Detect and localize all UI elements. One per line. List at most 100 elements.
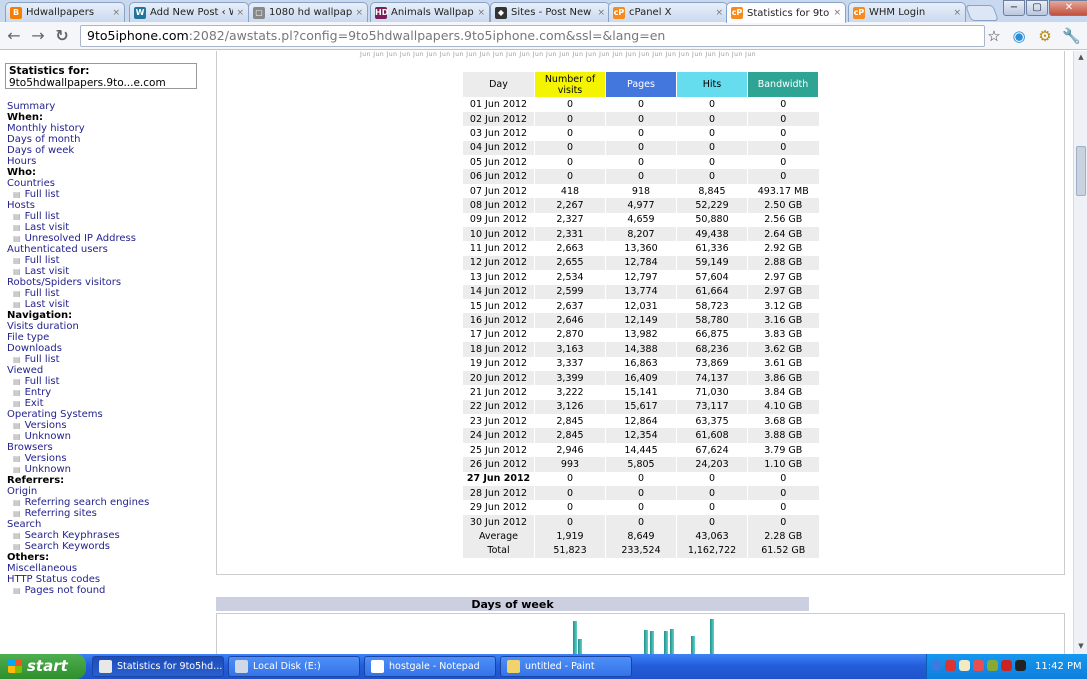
windows-taskbar: start 11:42 PM Statistics for 9to5hd... L… <box>0 654 1087 679</box>
day-cell: 17 Jun 2012 <box>462 327 535 343</box>
page-icon: ▢ <box>253 6 265 19</box>
tray-monitor-icon[interactable] <box>1015 660 1026 671</box>
menu-link[interactable]: Last visit <box>7 299 149 310</box>
menu-link[interactable]: Browsers <box>7 442 149 453</box>
browser-tab[interactable]: cP WHM Login × <box>848 2 966 22</box>
menu-link[interactable]: Full list <box>7 189 149 200</box>
taskbar-button[interactable]: hostgale - Notepad <box>364 656 496 677</box>
address-bar[interactable]: 9to5iphone.com:2082/awstats.pl?config=9t… <box>80 25 985 47</box>
value-cell: 13,774 <box>605 284 677 299</box>
value-cell: 2.56 GB <box>747 212 819 228</box>
value-cell: 1.10 GB <box>747 457 819 472</box>
scroll-down-icon[interactable]: ▼ <box>1076 642 1086 652</box>
tray-arrow-icon[interactable] <box>931 660 942 671</box>
tab-close-icon[interactable]: × <box>355 8 363 18</box>
table-row: 28 Jun 2012 0 0 0 0 <box>462 486 819 501</box>
menu-link[interactable]: Summary <box>7 101 149 112</box>
menu-link[interactable]: Full list <box>7 255 149 266</box>
page-scrollbar[interactable]: ▲ ▼ <box>1073 51 1087 654</box>
menu-link[interactable]: Hours <box>7 156 149 167</box>
browser-tab[interactable]: HDAnimals Wallpapers× <box>370 2 490 22</box>
tab-close-icon[interactable]: × <box>597 8 605 18</box>
menu-link[interactable]: HTTP Status codes <box>7 574 149 585</box>
value-cell: 16,409 <box>605 370 677 386</box>
tray-network-icon[interactable] <box>987 660 998 671</box>
window-minimize-icon[interactable]: − <box>1003 0 1025 16</box>
menu-link[interactable]: Hosts <box>7 200 149 211</box>
tab-close-icon[interactable]: × <box>477 8 485 18</box>
scroll-up-icon[interactable]: ▲ <box>1076 53 1086 63</box>
tab-close-icon[interactable]: × <box>833 8 841 18</box>
forward-arrow-icon[interactable]: → <box>28 26 48 45</box>
menu-link[interactable]: Visits duration <box>7 321 149 332</box>
menu-link[interactable]: Search Keywords <box>7 541 149 552</box>
back-arrow-icon[interactable]: ← <box>4 26 24 45</box>
menu-link[interactable]: Last visit <box>7 222 149 233</box>
tab-close-icon[interactable]: × <box>953 8 961 18</box>
tray-security-icon[interactable] <box>973 660 984 671</box>
menu-link[interactable]: Search Keyphrases <box>7 530 149 541</box>
browser-tab-label: 1080 hd wallpapers <box>269 7 353 18</box>
extension-icon[interactable]: ◉ <box>1010 27 1028 45</box>
reload-icon[interactable]: ↻ <box>52 26 72 45</box>
menu-link[interactable]: Full list <box>7 211 149 222</box>
menu-link[interactable]: Days of week <box>7 145 149 156</box>
menu-link[interactable]: Referring search engines <box>7 497 150 508</box>
taskbar-button[interactable]: Statistics for 9to5hd... <box>92 656 224 677</box>
browser-tab[interactable]: cP cPanel X × <box>608 2 728 22</box>
menu-link[interactable]: Versions <box>7 420 149 431</box>
menu-link[interactable]: Days of month <box>7 134 149 145</box>
taskbar-button[interactable]: untitled - Paint <box>500 656 632 677</box>
browser-tab[interactable]: B Hdwallpapers × <box>5 2 125 22</box>
browser-tab-label: WHM Login <box>869 7 926 18</box>
menu-link[interactable]: Pages not found <box>7 585 149 596</box>
new-tab-button[interactable] <box>965 5 999 21</box>
table-row: 23 Jun 2012 2,845 12,864 63,375 3.68 GB <box>462 414 819 429</box>
menu-link[interactable]: Referring sites <box>7 508 149 519</box>
wrench-menu-icon[interactable]: 🔧 <box>1062 27 1081 45</box>
bookmark-star-icon[interactable]: ☆ <box>985 27 1003 45</box>
menu-link[interactable]: Unresolved IP Address <box>7 233 149 244</box>
browser-tab[interactable]: ▢ 1080 hd wallpapers× <box>248 2 368 22</box>
start-button[interactable]: start <box>0 654 86 679</box>
window-close-icon[interactable]: ✕ <box>1049 0 1087 16</box>
taskbar-button[interactable]: Local Disk (E:) <box>228 656 360 677</box>
browser-tab[interactable]: ◆ Sites - Post New Th× <box>490 2 610 22</box>
menu-link[interactable]: Versions <box>7 453 149 464</box>
menu-link[interactable]: Authenticated users <box>7 244 149 255</box>
menu-link[interactable]: Search <box>7 519 149 530</box>
day-cell: 22 Jun 2012 <box>462 399 535 415</box>
menu-link[interactable]: Unknown <box>7 431 149 442</box>
menu-link[interactable]: Miscellaneous <box>7 563 149 574</box>
tab-close-icon[interactable]: × <box>715 8 723 18</box>
tray-update-icon[interactable] <box>1001 660 1012 671</box>
menu-link[interactable]: Operating Systems <box>7 409 149 420</box>
days-of-week-chart <box>216 613 1065 654</box>
day-cell: 19 Jun 2012 <box>462 356 535 371</box>
menu-link[interactable]: Full list <box>7 376 149 387</box>
tray-antivirus-icon[interactable] <box>945 660 956 671</box>
menu-link[interactable]: Last visit <box>7 266 149 277</box>
menu-link[interactable]: File type <box>7 332 149 343</box>
taskbar-button-label: untitled - Paint <box>525 661 595 672</box>
menu-link[interactable]: Robots/Spiders visitors <box>7 277 149 288</box>
scrollbar-thumb[interactable] <box>1076 146 1086 196</box>
value-cell: 0 <box>534 514 606 530</box>
window-maximize-icon[interactable]: ▢ <box>1026 0 1048 16</box>
menu-link[interactable]: Countries <box>7 178 149 189</box>
menu-link[interactable]: Entry <box>7 387 149 398</box>
browser-tab[interactable]: cP Statistics for 9to5h× <box>726 2 846 23</box>
menu-link[interactable]: Unknown <box>7 464 149 475</box>
menu-link[interactable]: Downloads <box>7 343 149 354</box>
menu-link[interactable]: Full list <box>7 288 149 299</box>
tab-close-icon[interactable]: × <box>112 8 120 18</box>
menu-link[interactable]: Full list <box>7 354 149 365</box>
tab-close-icon[interactable]: × <box>236 8 244 18</box>
menu-link[interactable]: Origin <box>7 486 149 497</box>
tray-folder-icon[interactable] <box>959 660 970 671</box>
browser-tab[interactable]: W Add New Post ‹ Wa× <box>129 2 249 22</box>
extension-gear-icon[interactable]: ⚙ <box>1036 27 1054 45</box>
menu-link[interactable]: Monthly history <box>7 123 149 134</box>
menu-link[interactable]: Exit <box>7 398 149 409</box>
menu-link[interactable]: Viewed <box>7 365 149 376</box>
